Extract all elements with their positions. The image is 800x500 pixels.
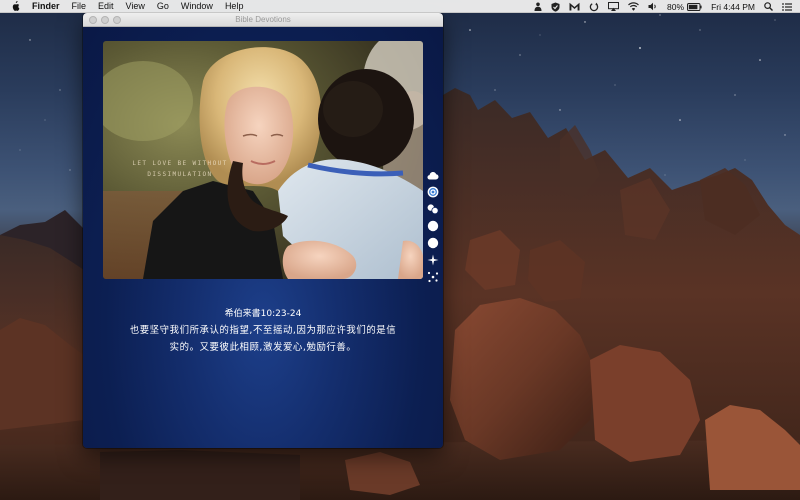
battery-icon[interactable] [687, 0, 702, 13]
photo-caption: LET LOVE BE WITHOUT DISSIMULATION [105, 158, 255, 180]
search-icon[interactable] [764, 0, 773, 13]
menu-bar: Finder File Edit View Go Window Help 80% [0, 0, 800, 13]
battery-percent: 80% [667, 1, 685, 12]
menu-app-name[interactable]: Finder [32, 1, 60, 11]
notification-center-icon[interactable] [782, 0, 792, 13]
airplay-icon[interactable] [608, 0, 620, 13]
verse-reference: 希伯来書10:23-24 [224, 309, 302, 319]
window-title: Bible Devotions [235, 15, 291, 24]
photo-caption-line1: LET LOVE BE WITHOUT [132, 160, 228, 167]
menu-file[interactable]: File [72, 1, 87, 11]
cloud-icon[interactable] [427, 169, 439, 181]
menu-window[interactable]: Window [181, 1, 213, 11]
devotion-photo: LET LOVE BE WITHOUT DISSIMULATION [103, 41, 423, 279]
volume-icon[interactable] [648, 0, 658, 13]
menubar-clock[interactable]: Fri 4:44 PM [711, 0, 755, 13]
circle-icon[interactable] [427, 220, 439, 232]
refresh-icon[interactable] [427, 186, 439, 198]
sparkle-icon[interactable] [427, 254, 439, 266]
verse-line-2: 实的。又要彼此相顾,激发爱心,勉励行善。 [169, 342, 357, 353]
verse-line-1: 也要坚守我们所承认的指望,不至摇动,因为那应许我们的是信 [129, 325, 397, 336]
user-icon[interactable] [534, 0, 542, 13]
menu-help[interactable]: Help [225, 1, 244, 11]
verse-text: 也要坚守我们所承认的指望,不至摇动,因为那应许我们的是信 实的。又要彼此相顾,激… [105, 322, 421, 356]
menu-view[interactable]: View [126, 1, 145, 11]
stars-icon[interactable] [427, 271, 439, 283]
status-area: 80% Fri 4:44 PM [525, 0, 792, 13]
window-titlebar[interactable]: Bible Devotions [83, 13, 443, 27]
side-toolbar [426, 169, 440, 288]
share-icon[interactable] [427, 203, 439, 215]
menu-edit[interactable]: Edit [98, 1, 114, 11]
menu-go[interactable]: Go [157, 1, 169, 11]
circle-icon[interactable] [427, 237, 439, 249]
sync-icon[interactable] [589, 0, 599, 13]
photo-caption-line2: DISSIMULATION [147, 171, 213, 178]
shield-icon[interactable] [551, 0, 560, 13]
bible-devotions-window: Bible Devotions LET LOVE BE WITHOUT DISS… [83, 13, 443, 448]
mail-icon[interactable] [569, 0, 580, 13]
apple-menu-icon[interactable] [11, 1, 23, 11]
wifi-icon[interactable] [628, 0, 639, 13]
